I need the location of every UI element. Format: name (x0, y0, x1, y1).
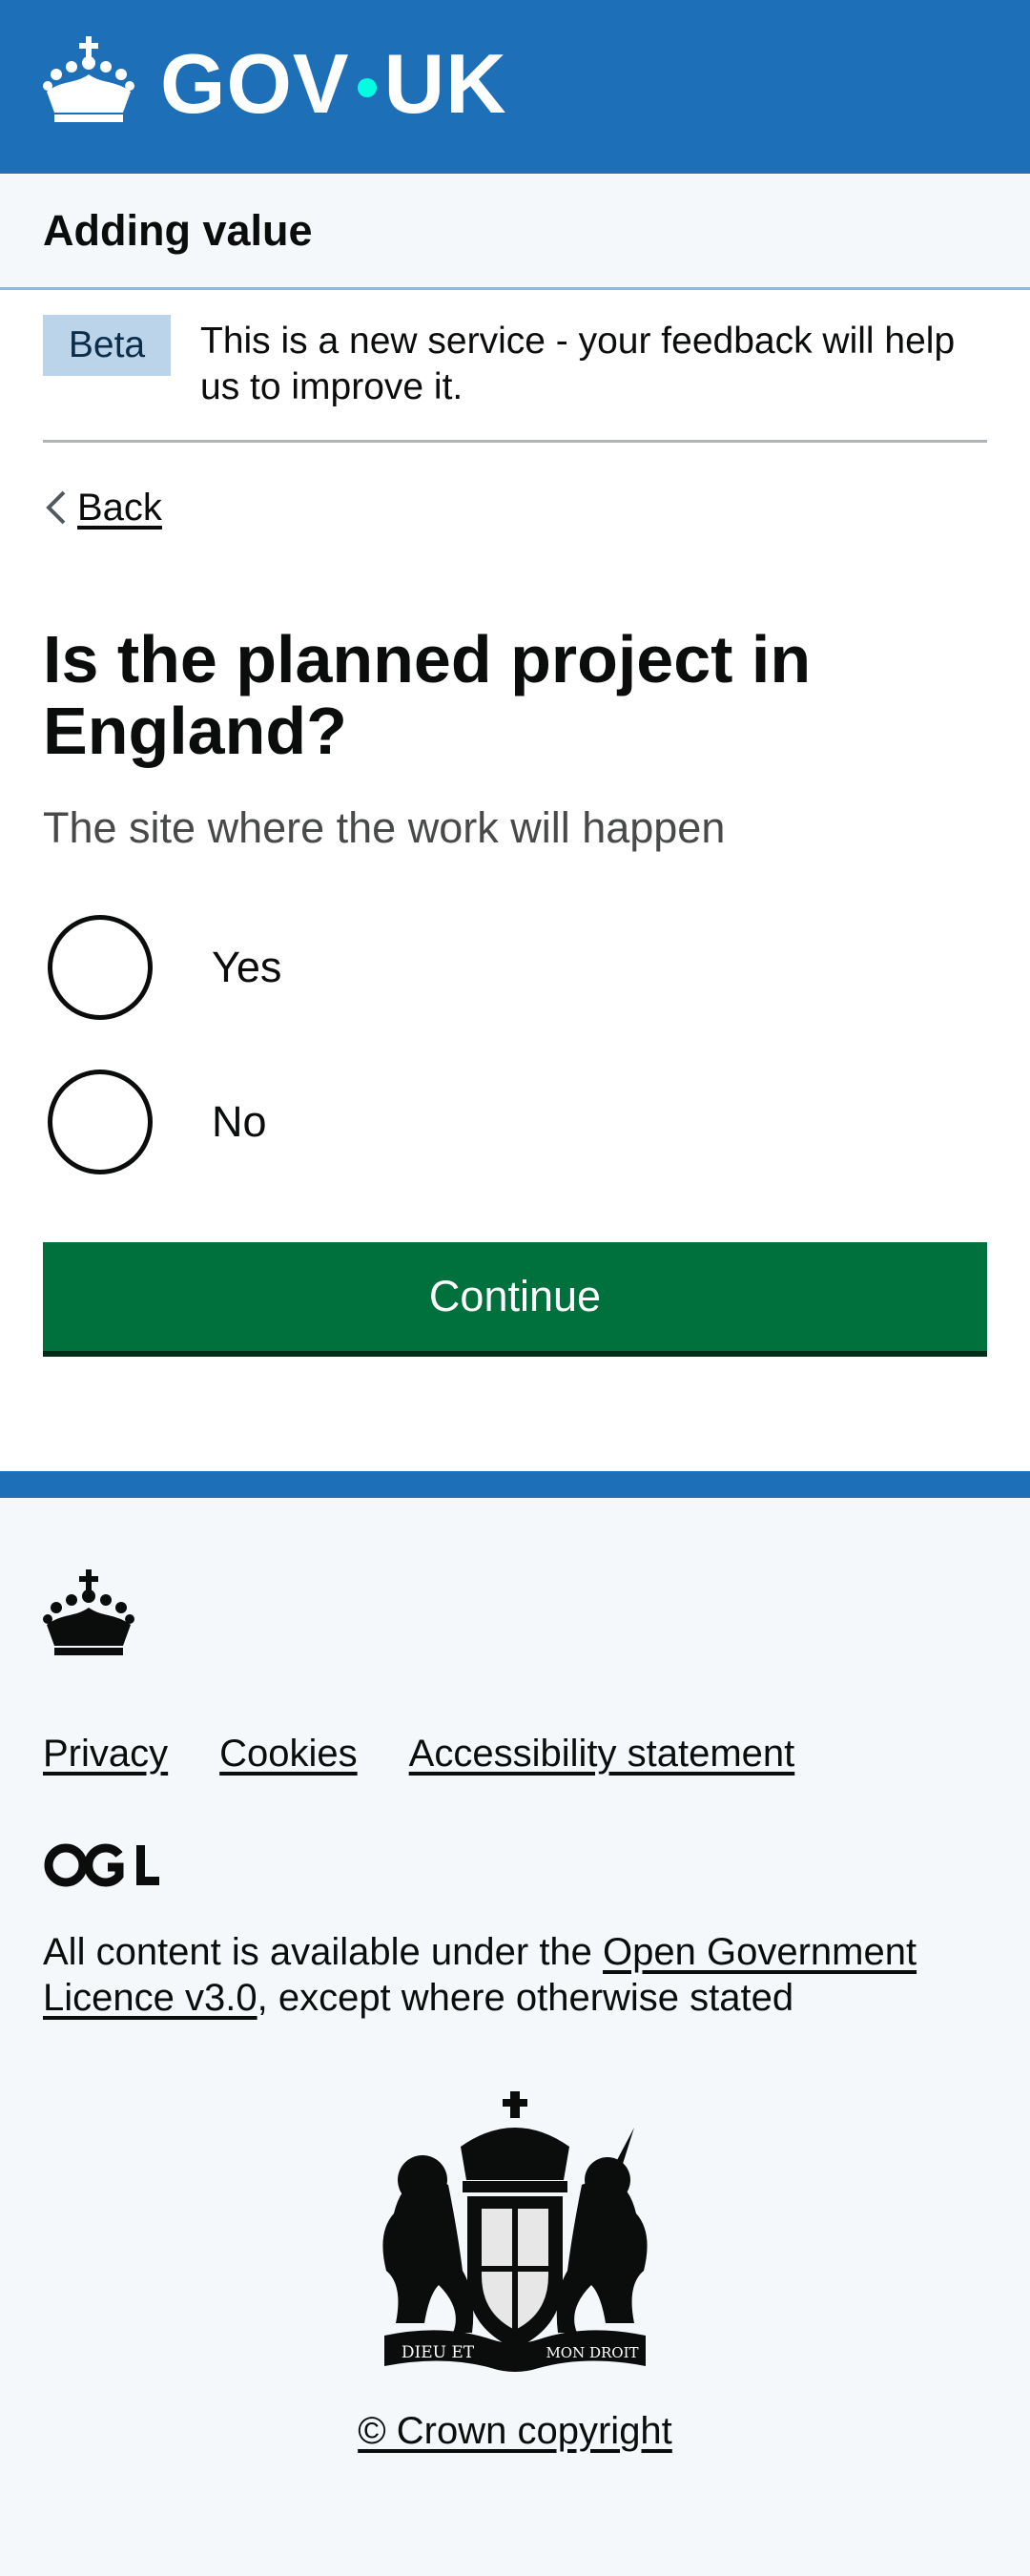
licence-text: All content is available under the Open … (43, 1929, 987, 2021)
radio-option-yes[interactable]: Yes (48, 910, 992, 1025)
continue-button[interactable]: Continue (43, 1242, 987, 1351)
phase-banner: Beta This is a new service - your feedba… (43, 290, 987, 443)
licence-prefix: All content is available under the (43, 1931, 604, 1973)
crown-copyright-link[interactable]: © Crown copyright (358, 2410, 672, 2452)
motto-right: MON DROIT (546, 2344, 638, 2361)
phase-banner-text: This is a new service - your feedback wi… (200, 321, 956, 407)
chevron-left-icon (46, 490, 66, 525)
ogl-logo-icon (44, 1843, 159, 1887)
page-heading: Is the planned project in England? (43, 622, 812, 768)
site-header: GOV UK (0, 0, 1030, 174)
logotype-left: GOV (160, 36, 350, 131)
footer-link-privacy[interactable]: Privacy (43, 1733, 168, 1776)
footer-link-cookies[interactable]: Cookies (219, 1733, 358, 1776)
back-link-label: Back (77, 486, 162, 529)
logotype-dot (357, 77, 377, 97)
govuk-logotype[interactable]: GOV UK (160, 36, 507, 132)
radio-button-yes[interactable] (48, 915, 153, 1020)
logotype-right: UK (383, 36, 507, 131)
back-link[interactable]: Back (43, 479, 162, 536)
radio-label-no[interactable]: No (212, 1097, 267, 1147)
phase-tag: Beta (43, 315, 171, 376)
footer-links: Privacy Cookies Accessibility statement (43, 1733, 794, 1776)
footer-top-border (0, 1471, 1030, 1498)
licence-suffix: , except where otherwise stated (257, 1977, 794, 2019)
crown-icon[interactable] (43, 36, 134, 124)
crown-copyright: © Crown copyright (0, 2410, 1030, 2453)
service-navigation: Adding value (0, 174, 1030, 290)
service-name[interactable]: Adding value (43, 204, 313, 258)
question-hint: The site where the work will happen (43, 803, 726, 852)
royal-coat-of-arms-logo: DIEU ET MON DROIT (382, 2091, 648, 2372)
footer-link-accessibility[interactable]: Accessibility statement (409, 1733, 795, 1776)
crown-icon (43, 1569, 134, 1655)
radio-button-no[interactable] (48, 1070, 153, 1174)
motto-left: DIEU ET (402, 2343, 475, 2362)
radio-option-no[interactable]: No (48, 1065, 992, 1179)
radio-label-yes[interactable]: Yes (212, 943, 281, 992)
